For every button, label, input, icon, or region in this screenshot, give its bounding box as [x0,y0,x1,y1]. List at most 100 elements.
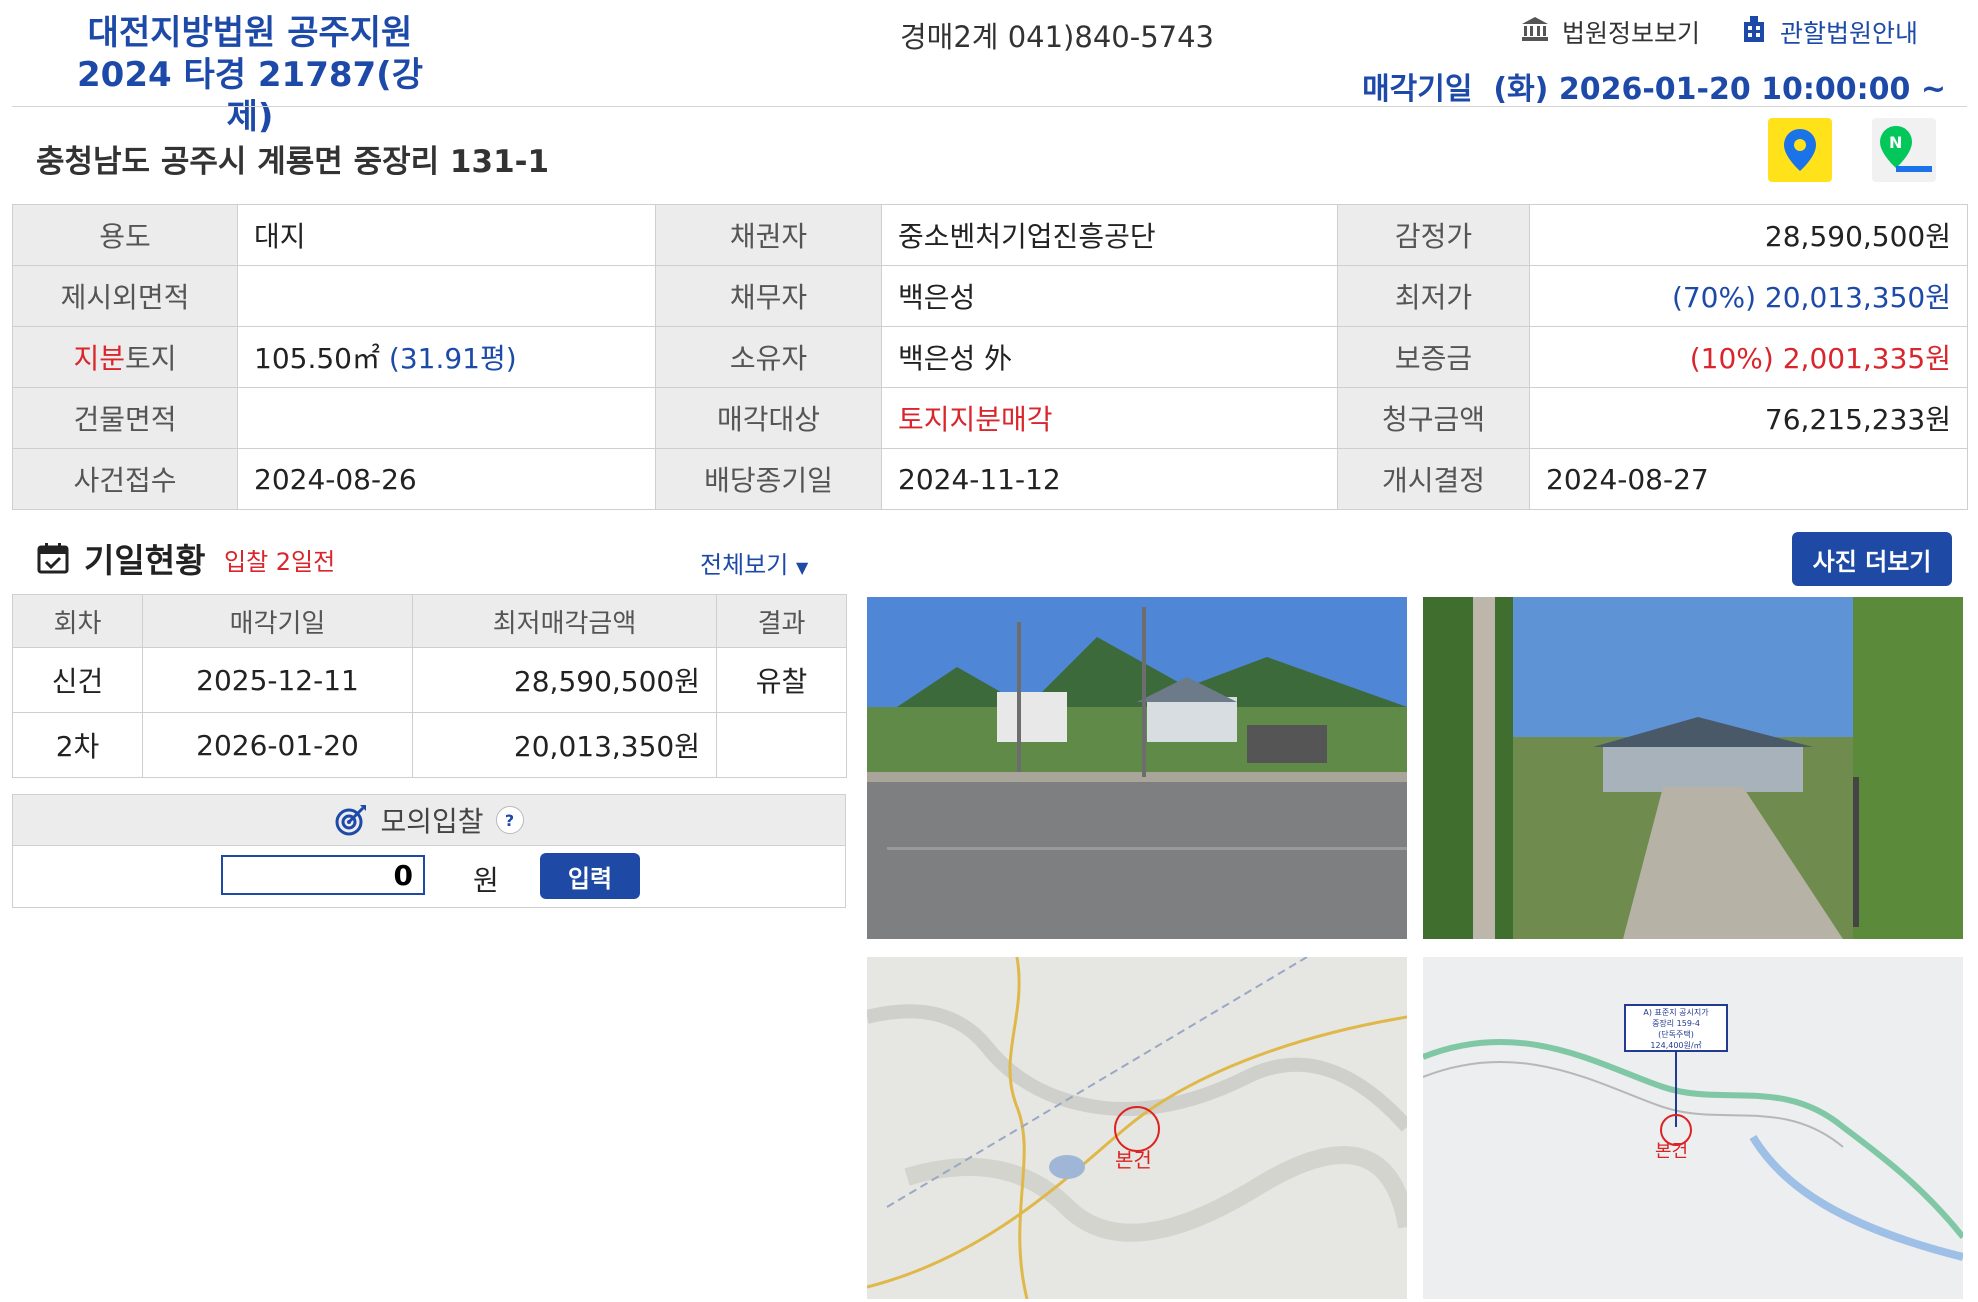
building-icon [1740,14,1768,50]
col-round: 회차 [12,594,143,648]
result-cell: 유찰 [716,647,847,713]
schedule-title-text: 기일현황 [84,541,206,580]
jurisdiction-label: 관할법원안내 [1780,19,1919,48]
parcel-box-line4: 124,400원/㎡ [1650,1041,1701,1050]
share-area: 105.50㎡ [254,342,380,375]
info-row: 건물면적 매각대상 토지지분매각 청구금액 76,215,233원 [12,387,1968,449]
usage-label: 용도 [12,204,238,266]
department-phone: 경매2계 041)840-5743 [900,20,1214,54]
svg-text:N: N [1889,133,1902,152]
case-received-label: 사건접수 [12,448,238,510]
property-photo-street[interactable] [867,597,1407,939]
creditor-label: 채권자 [655,204,882,266]
table-row: 신건 2025-12-11 28,590,500원 유찰 [12,647,847,713]
view-all-label: 전체보기 [700,551,789,579]
cadastral-map[interactable]: A) 표준지 공시지가 중장리 159-4 (단독주택) 124,400원/㎡ … [1423,957,1963,1299]
table-row: 2차 2026-01-20 20,013,350원 [12,712,847,778]
info-row: 사건접수 2024-08-26 배당종기일 2024-11-12 개시결정 20… [12,448,1968,510]
case-number: 2024 타경 21787(강제) [77,55,423,137]
court-info-label: 법원정보보기 [1562,19,1701,48]
sale-target-label: 매각대상 [655,387,882,449]
bid-countdown: 입찰 2일전 [224,548,336,576]
target-icon [335,805,367,836]
share-land-label: 지분토지 [12,326,238,388]
deposit-label: 보증금 [1337,326,1530,388]
owner-value: 백은성 外 [881,326,1338,388]
bid-enter-button[interactable]: 입력 [540,853,640,899]
court-building-icon [1520,15,1550,49]
view-all-dropdown[interactable]: 전체보기 ▼ [700,545,808,580]
claim-label: 청구금액 [1337,387,1530,449]
naver-map-button[interactable]: N [1872,118,1936,182]
share-area-value: 105.50㎡ (31.91평) [237,326,656,388]
property-photo-alley[interactable] [1423,597,1963,939]
sale-target-value: 토지지분매각 [881,387,1338,449]
start-decision-label: 개시결정 [1337,448,1530,510]
price-cell: 28,590,500원 [412,647,717,713]
bid-amount-input[interactable] [221,855,425,895]
share-pyeong: (31.91평) [388,342,517,375]
currency-unit: 원 [473,864,499,897]
col-result: 결과 [716,594,847,648]
mock-bid-header: 모의입찰 ? [13,795,845,846]
dividend-deadline-value: 2024-11-12 [881,448,1338,510]
schedule-title: 기일현황 [36,534,205,582]
start-decision-value: 2024-08-27 [1529,448,1968,510]
mock-bid-title: 모의입찰 [380,805,484,838]
info-row: 지분토지 105.50㎡ (31.91평) 소유자 백은성 外 보증금 (10%… [12,326,1968,388]
schedule-table: 회차 매각기일 최저매각금액 결과 신건 2025-12-11 28,590,5… [12,594,847,778]
creditor-value: 중소벤처기업진흥공단 [881,204,1338,266]
case-received-value: 2024-08-26 [237,448,656,510]
caret-down-icon: ▼ [795,558,809,577]
help-icon[interactable]: ? [495,806,524,834]
naver-map-icon: N [1880,126,1932,172]
appraisal-value: 28,590,500원 [1529,204,1968,266]
appraisal-label: 감정가 [1337,204,1530,266]
court-info-link[interactable]: 법원정보보기 [1520,14,1700,50]
usage-value: 대지 [237,204,656,266]
schedule-header-row: 회차 매각기일 최저매각금액 결과 [12,594,847,648]
share-label-red: 지분 [73,342,125,375]
date-cell: 2026-01-20 [142,712,413,778]
dividend-deadline-label: 배당종기일 [655,448,882,510]
info-row: 제시외면적 채무자 백은성 최저가 (70%) 20,013,350원 [12,265,1968,327]
header-divider [12,106,1967,107]
more-photos-button[interactable]: 사진 더보기 [1792,532,1952,586]
deposit-value: (10%) 2,001,335원 [1529,326,1968,388]
cadastral-subject-label: 본건 [1655,1141,1688,1162]
col-date: 매각기일 [142,594,413,648]
extra-area-value [237,265,656,327]
subject-label: 본건 [1115,1148,1152,1172]
parcel-box-line2: 중장리 159-4 [1652,1018,1700,1028]
min-price-value: (70%) 20,013,350원 [1529,265,1968,327]
kakao-map-button[interactable] [1768,118,1832,182]
map-pin-icon [1784,129,1816,171]
date-cell: 2025-12-11 [142,647,413,713]
col-min-price: 최저매각금액 [412,594,717,648]
building-area-value [237,387,656,449]
debtor-value: 백은성 [881,265,1338,327]
round-cell: 2차 [12,712,143,778]
jurisdiction-link[interactable]: 관할법원안내 [1740,14,1918,50]
court-title: 대전지방법원 공주지원 2024 타경 21787(강제) [60,12,440,138]
result-cell [716,712,847,778]
debtor-label: 채무자 [655,265,882,327]
min-price-label: 최저가 [1337,265,1530,327]
property-address: 충청남도 공주시 계룡면 중장리 131-1 [36,144,550,180]
calendar-icon [37,543,69,574]
extra-area-label: 제시외면적 [12,265,238,327]
sale-date: 매각기일 (화) 2026-01-20 10:00:00 ~ [1362,72,1946,107]
round-cell: 신건 [12,647,143,713]
parcel-box-line1: A) 표준지 공시지가 [1643,1008,1709,1017]
share-label-rest: 토지 [125,342,177,375]
mock-bid-panel: 모의입찰 ? 원 입력 [12,794,846,908]
price-cell: 20,013,350원 [412,712,717,778]
claim-value: 76,215,233원 [1529,387,1968,449]
property-info-table: 용도 대지 채권자 중소벤처기업진흥공단 감정가 28,590,500원 제시외… [12,204,1968,510]
owner-label: 소유자 [655,326,882,388]
parcel-box-line3: (단독주택) [1658,1029,1694,1039]
location-map-wide[interactable]: 본건 [867,957,1407,1299]
building-area-label: 건물면적 [12,387,238,449]
court-name: 대전지방법원 공주지원 [87,13,413,53]
info-row: 용도 대지 채권자 중소벤처기업진흥공단 감정가 28,590,500원 [12,204,1968,266]
